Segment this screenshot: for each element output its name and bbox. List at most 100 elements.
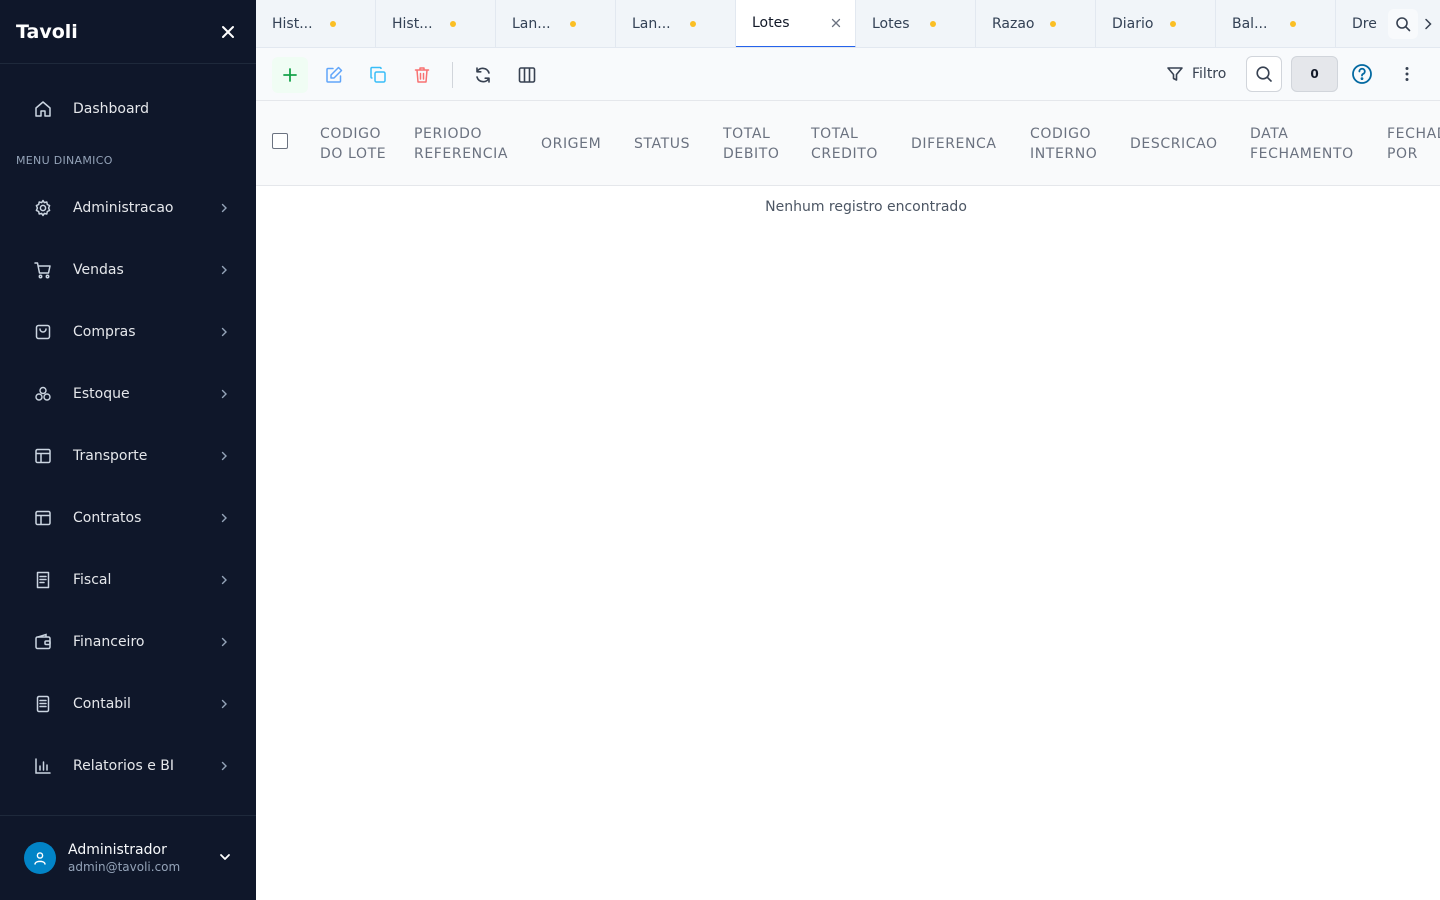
sidebar-item-label: Estoque xyxy=(73,386,130,402)
boxes-icon xyxy=(32,383,54,405)
user-email: admin@tavoli.com xyxy=(68,860,181,874)
tab-label: Diario xyxy=(1112,16,1154,32)
sidebar-nav: Administracao Vendas Compras Estoque Tra… xyxy=(0,177,256,797)
unsaved-indicator xyxy=(450,21,456,27)
close-tab-button[interactable] xyxy=(830,17,842,29)
avatar xyxy=(24,842,56,874)
tab-razao[interactable]: Razao xyxy=(976,0,1096,47)
help-button[interactable] xyxy=(1350,62,1374,86)
delete-button[interactable] xyxy=(404,57,440,93)
tab-historico-1[interactable]: Hist... xyxy=(256,0,376,47)
column-header-codigo-do-lote[interactable]: CODIGO DO LOTE xyxy=(320,101,392,186)
columns-button[interactable] xyxy=(509,57,545,93)
data-table: CODIGO DO LOTE PERIODO REFERENCIA ORIGEM… xyxy=(256,101,1440,900)
column-header-total-credito[interactable]: TOTAL CREDITO xyxy=(811,101,891,186)
receipt-icon xyxy=(32,569,54,591)
tab-lotes-2[interactable]: Lotes xyxy=(856,0,976,47)
unsaved-indicator xyxy=(1050,21,1056,27)
tab-label: Bal... xyxy=(1232,16,1268,32)
sidebar-item-compras[interactable]: Compras xyxy=(0,301,256,363)
sidebar-item-vendas[interactable]: Vendas xyxy=(0,239,256,301)
sidebar-item-administracao[interactable]: Administracao xyxy=(0,177,256,239)
column-header-codigo-interno[interactable]: CODIGO INTERNO xyxy=(1030,101,1110,186)
tab-label: Hist... xyxy=(272,16,313,32)
tab-bar: Hist... Hist... Lan... Lan... Lotes Lote… xyxy=(256,0,1440,48)
sidebar-item-financeiro[interactable]: Financeiro xyxy=(0,611,256,673)
toolbar: Filtro 0 xyxy=(256,48,1440,101)
sidebar-header: Tavoli xyxy=(0,0,256,64)
sidebar-item-label: Financeiro xyxy=(73,634,145,650)
select-all-checkbox[interactable] xyxy=(272,133,288,149)
toolbar-divider xyxy=(452,62,453,88)
search-button[interactable] xyxy=(1246,56,1282,92)
more-vertical-icon xyxy=(1405,67,1409,81)
sidebar-item-transporte[interactable]: Transporte xyxy=(0,425,256,487)
tab-label: Lotes xyxy=(872,16,910,32)
empty-state-message: Nenhum registro encontrado xyxy=(765,199,967,215)
tab-search-button[interactable] xyxy=(1388,9,1418,39)
duplicate-button[interactable] xyxy=(360,57,396,93)
filter-button[interactable]: Filtro xyxy=(1166,58,1226,90)
sidebar-item-label: Contabil xyxy=(73,696,131,712)
columns-icon xyxy=(518,67,536,83)
sidebar-item-label: Fiscal xyxy=(73,572,112,588)
edit-button[interactable] xyxy=(316,57,352,93)
column-header-data-fechamento[interactable]: DATA FECHAMENTO xyxy=(1250,101,1365,186)
sidebar-item-label: Administracao xyxy=(73,200,174,216)
tab-historico-2[interactable]: Hist... xyxy=(376,0,496,47)
record-count-badge: 0 xyxy=(1291,56,1338,92)
sidebar-item-fiscal[interactable]: Fiscal xyxy=(0,549,256,611)
column-header-total-debito[interactable]: TOTAL DEBITO xyxy=(723,101,793,186)
tab-lancamentos-1[interactable]: Lan... xyxy=(496,0,616,47)
sidebar-item-label: Contratos xyxy=(73,510,142,526)
layout-icon xyxy=(32,507,54,529)
wallet-icon xyxy=(32,631,54,653)
chevron-right-icon xyxy=(216,572,232,588)
tab-lotes-active[interactable]: Lotes xyxy=(736,0,856,47)
refresh-icon xyxy=(476,67,490,83)
column-header-fechado-por[interactable]: FECHADO POR xyxy=(1387,101,1440,186)
tab-label: Razao xyxy=(992,16,1035,32)
chevron-right-icon xyxy=(216,200,232,216)
chevron-right-icon xyxy=(216,386,232,402)
sidebar-item-contratos[interactable]: Contratos xyxy=(0,487,256,549)
sidebar-item-label: Transporte xyxy=(73,448,148,464)
unsaved-indicator xyxy=(570,21,576,27)
tab-label: Lan... xyxy=(632,16,671,32)
refresh-button[interactable] xyxy=(465,57,501,93)
home-icon xyxy=(32,98,54,120)
sidebar-item-label: Vendas xyxy=(73,262,124,278)
sidebar-item-label: Dashboard xyxy=(73,101,149,117)
shopping-bag-icon xyxy=(32,321,54,343)
tab-label: Lotes xyxy=(752,15,790,31)
gear-icon xyxy=(32,197,54,219)
tab-lancamentos-2[interactable]: Lan... xyxy=(616,0,736,47)
trash-icon xyxy=(414,67,430,83)
add-button[interactable] xyxy=(272,57,308,93)
filter-label: Filtro xyxy=(1192,66,1227,82)
column-header-status[interactable]: STATUS xyxy=(634,101,709,186)
column-header-origem[interactable]: ORIGEM xyxy=(541,101,621,186)
column-header-descricao[interactable]: DESCRICAO xyxy=(1130,101,1230,186)
tab-diario[interactable]: Diario xyxy=(1096,0,1216,47)
column-header-diferenca[interactable]: DIFERENCA xyxy=(911,101,1011,186)
column-header-periodo-referencia[interactable]: PERIODO REFERENCIA xyxy=(414,101,522,186)
sidebar-item-dashboard[interactable]: Dashboard xyxy=(0,87,256,131)
menu-section-label: MENU DINAMICO xyxy=(16,154,113,167)
sidebar-item-contabil[interactable]: Contabil xyxy=(0,673,256,735)
edit-icon xyxy=(326,66,343,83)
chevron-right-icon xyxy=(216,448,232,464)
sidebar-item-relatorios-e-bi[interactable]: Relatorios e BI xyxy=(0,735,256,797)
tab-scroll-right-button[interactable] xyxy=(1418,12,1438,36)
chevron-right-icon xyxy=(216,510,232,526)
bar-chart-icon xyxy=(32,755,54,777)
user-menu[interactable]: Administrador admin@tavoli.com xyxy=(0,815,256,900)
close-sidebar-button[interactable] xyxy=(216,20,240,44)
sidebar-item-estoque[interactable]: Estoque xyxy=(0,363,256,425)
app-title: Tavoli xyxy=(16,20,78,43)
tab-label: Hist... xyxy=(392,16,433,32)
sidebar-item-label: Compras xyxy=(73,324,136,340)
tab-balancete[interactable]: Bal... xyxy=(1216,0,1336,47)
more-options-button[interactable] xyxy=(1396,62,1418,86)
user-icon xyxy=(34,852,46,865)
